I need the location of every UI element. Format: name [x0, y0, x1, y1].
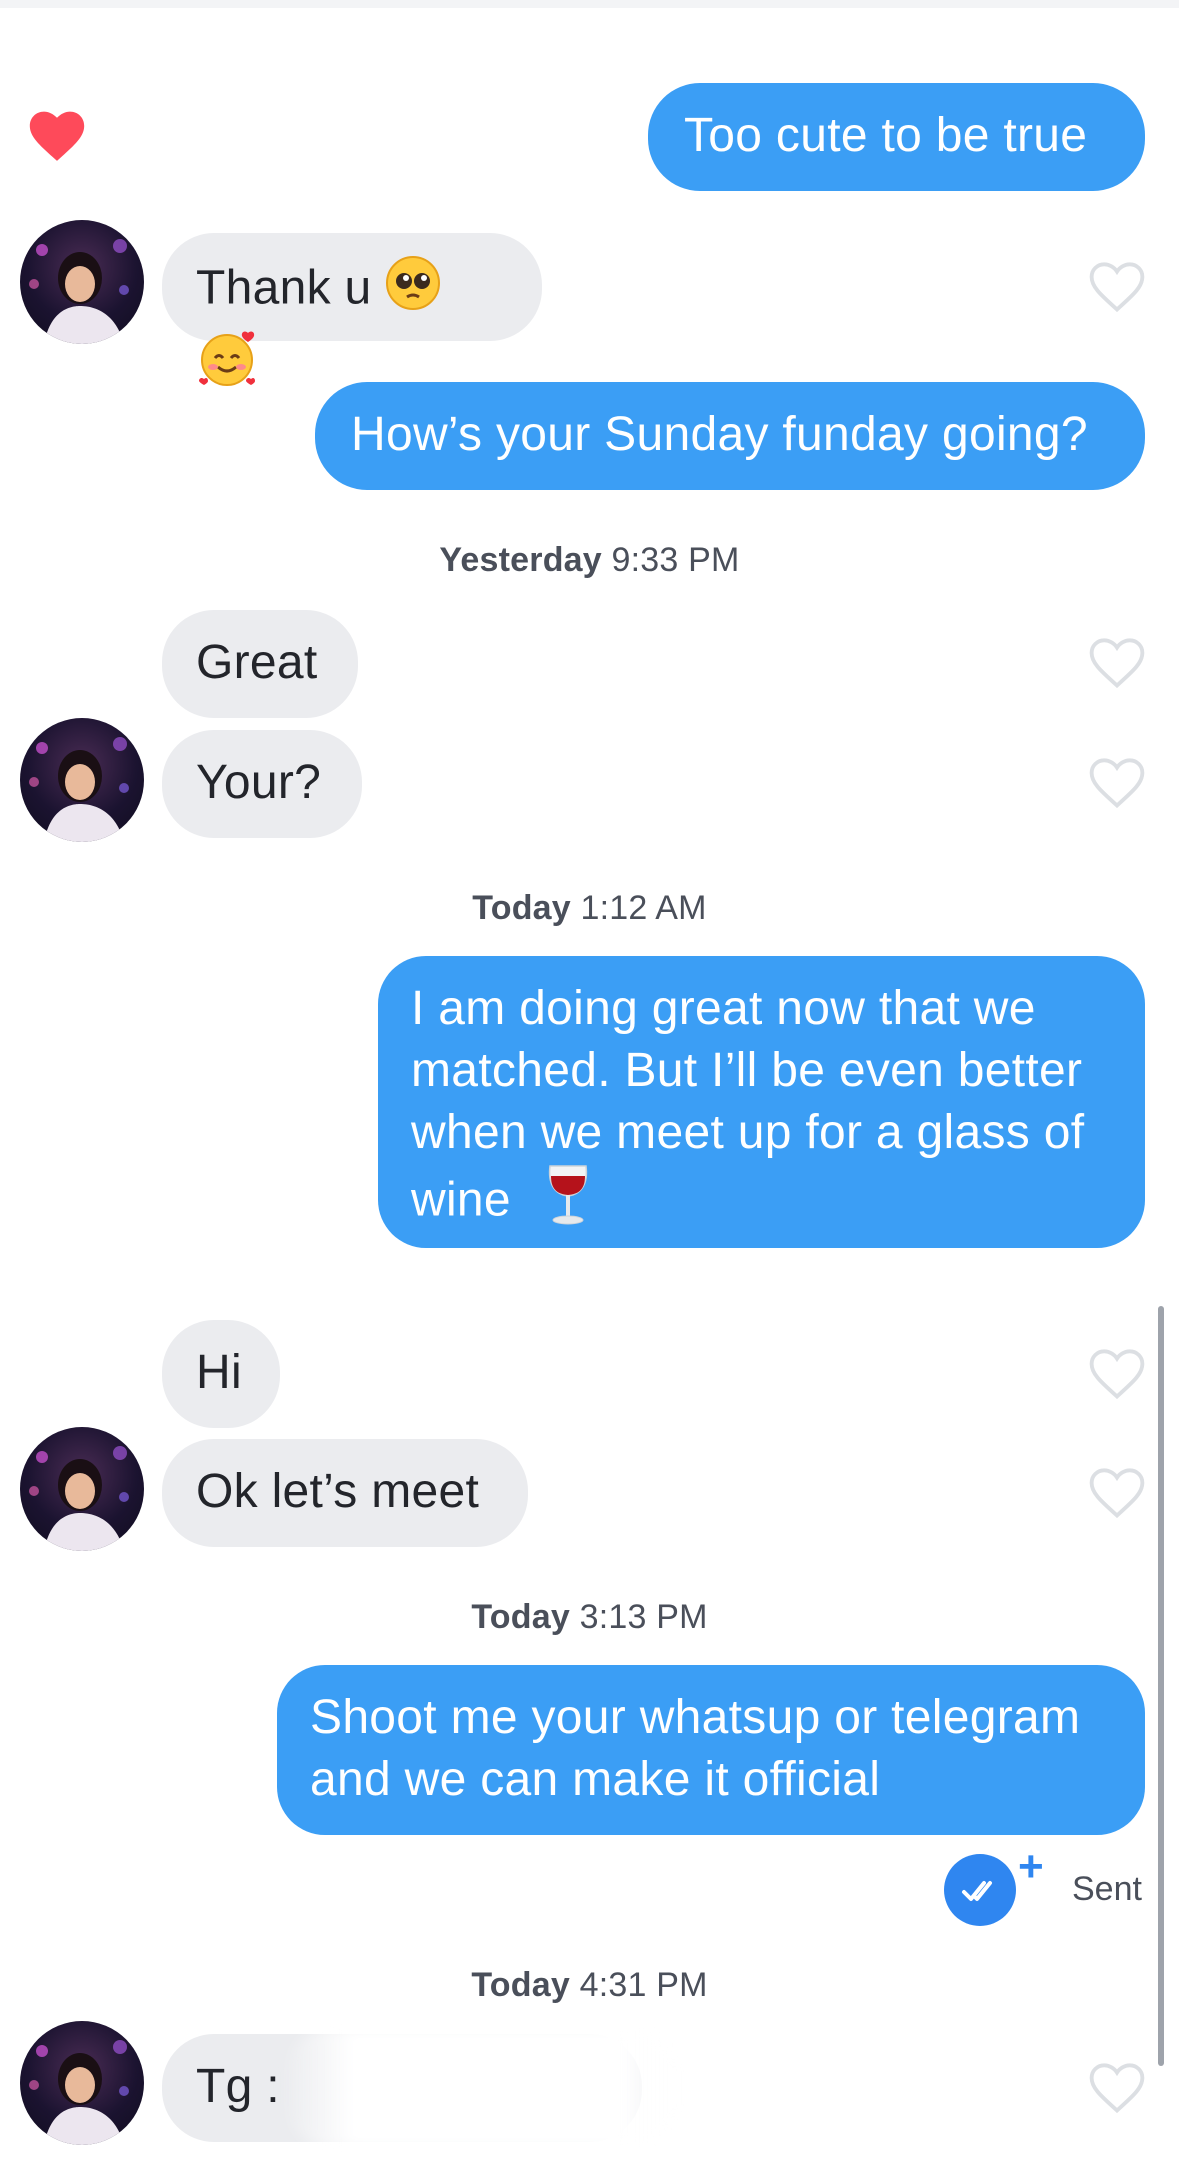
sent-message[interactable]: How’s your Sunday funday going? — [315, 382, 1145, 490]
message-text: Ok let’s meet — [196, 1465, 480, 1518]
message-line: I am doing great now that we — [411, 982, 1036, 1035]
heart-outline-icon[interactable] — [1088, 1347, 1146, 1401]
plus-icon[interactable]: + — [1018, 1842, 1044, 1892]
top-edge — [0, 0, 1179, 8]
sent-label: Sent — [1072, 1870, 1142, 1908]
timestamp-time: 3:13 PM — [579, 1598, 708, 1636]
timestamp-day: Yesterday — [439, 541, 602, 579]
avatar[interactable] — [20, 2021, 144, 2145]
message-text: Tg : — [196, 2060, 280, 2113]
message-text: Thank u — [196, 261, 372, 315]
timestamp-day: Today — [472, 889, 571, 927]
message-line: wine — [411, 1164, 1109, 1242]
timestamp-time: 4:31 PM — [579, 1966, 708, 2004]
message-text: Your? — [196, 756, 322, 809]
message-text: Great — [196, 636, 318, 689]
heart-outline-icon[interactable] — [1088, 756, 1146, 810]
sent-message[interactable]: I am doing great now that we matched. Bu… — [378, 956, 1145, 1248]
timestamp: Yesterday 9:33 PM — [0, 541, 1179, 580]
heart-filled-icon[interactable] — [28, 110, 86, 162]
message-text: Hi — [196, 1346, 242, 1399]
read-receipt-icon[interactable] — [944, 1854, 1016, 1926]
received-message[interactable]: Ok let’s meet — [162, 1439, 528, 1547]
heart-outline-icon[interactable] — [1088, 260, 1146, 314]
received-message[interactable]: Hi — [162, 1320, 280, 1428]
heart-outline-icon[interactable] — [1088, 1466, 1146, 1520]
timestamp: Today 3:13 PM — [0, 1598, 1179, 1637]
received-message[interactable]: Your? — [162, 730, 362, 838]
timestamp-day: Today — [471, 1966, 570, 2004]
pleading-face-emoji — [385, 255, 441, 327]
timestamp: Today 4:31 PM — [0, 1966, 1179, 2005]
timestamp-day: Today — [471, 1598, 570, 1636]
message-line-text: wine — [411, 1173, 511, 1227]
wine-glass-emoji — [545, 1164, 591, 1242]
message-line: matched. But I’ll be even better — [411, 1044, 1083, 1097]
avatar[interactable] — [20, 718, 144, 842]
redaction-blur — [282, 2028, 682, 2148]
message-line: when we meet up for a glass of — [411, 1106, 1085, 1159]
received-message[interactable]: Great — [162, 610, 358, 718]
timestamp-time: 9:33 PM — [611, 541, 740, 579]
timestamp-time: 1:12 AM — [580, 889, 707, 927]
message-line: and we can make it official — [310, 1753, 881, 1806]
message-text: Too cute to be true — [684, 109, 1088, 162]
avatar[interactable] — [20, 1427, 144, 1551]
received-message[interactable]: Thank u — [162, 233, 542, 386]
message-line: Shoot me your whatsup or telegram — [310, 1691, 1081, 1744]
sent-message[interactable]: Shoot me your whatsup or telegram and we… — [277, 1665, 1145, 1835]
sent-message[interactable]: Too cute to be true — [648, 83, 1145, 191]
scrollbar[interactable] — [1158, 1306, 1164, 2066]
timestamp: Today 1:12 AM — [0, 889, 1179, 928]
heart-outline-icon[interactable] — [1088, 636, 1146, 690]
smiling-face-with-hearts-emoji — [196, 327, 258, 405]
avatar[interactable] — [20, 220, 144, 344]
heart-outline-icon[interactable] — [1088, 2061, 1146, 2115]
message-text: How’s your Sunday funday going? — [351, 408, 1088, 461]
